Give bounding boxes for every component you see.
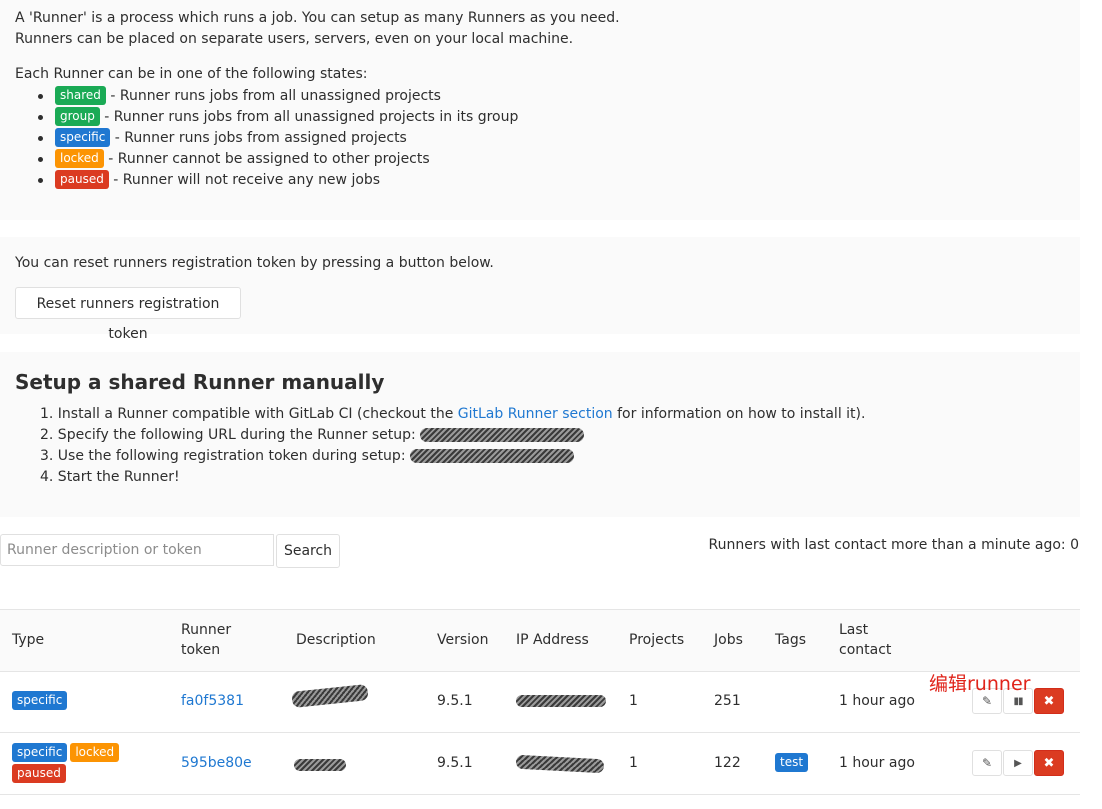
paused-badge: paused [12, 764, 66, 783]
header-projects: Projects [629, 632, 685, 648]
reset-token-text: You can reset runners registration token… [15, 255, 494, 271]
state-item-group: group - Runner runs jobs from all unassi… [37, 107, 519, 128]
redacted-ip [516, 695, 606, 707]
runners-table-header: Type Runner token Description Version IP… [0, 609, 1080, 672]
specific-badge: specific [55, 128, 111, 147]
state-description: - Runner runs jobs from all unassigned p… [99, 109, 519, 125]
intro-line-1: A 'Runner' is a process which runs a job… [15, 10, 620, 26]
runner-last-contact: 1 hour ago [839, 693, 915, 709]
reset-token-button[interactable]: Reset runners registration token [15, 287, 241, 342]
header-last-contact-line2[interactable]: contact [839, 640, 891, 660]
intro-line-2: Runners can be placed on separate users,… [15, 31, 574, 47]
header-runner-token-line1: Runner [181, 622, 232, 638]
runner-search-input[interactable] [0, 534, 274, 566]
runner-token-link[interactable]: fa0f5381 [181, 691, 244, 711]
header-jobs: Jobs [714, 632, 743, 648]
state-item-shared: shared - Runner runs jobs from all unass… [37, 86, 518, 107]
state-description: - Runner runs jobs from all unassigned p… [105, 88, 441, 104]
header-tags: Tags [775, 632, 806, 648]
setup-title: Setup a shared Runner manually [15, 370, 385, 394]
runner-jobs: 251 [714, 693, 741, 709]
specific-badge: specific [12, 743, 68, 762]
state-description: - Runner will not receive any new jobs [108, 172, 381, 188]
header-type: Type [12, 632, 45, 648]
redacted-url [420, 428, 585, 442]
redacted-description [291, 684, 369, 708]
runner-token-link[interactable]: 595be80e [181, 753, 252, 773]
step-text: 1. Install a Runner compatible with GitL… [40, 406, 458, 422]
pencil-icon: ✎ [981, 694, 993, 708]
header-version: Version [437, 632, 489, 648]
header-description: Description [296, 632, 376, 648]
runner-type: specific locked paused [12, 743, 122, 785]
setup-step-2: 2. Specify the following URL during the … [40, 425, 865, 446]
states-heading: Each Runner can be in one of the followi… [15, 66, 368, 82]
state-item-locked: locked - Runner cannot be assigned to ot… [37, 149, 518, 170]
setup-step-3: 3. Use the following registration token … [40, 446, 865, 467]
close-icon: ✖ [1043, 755, 1055, 771]
pause-icon: ▮▮ [1013, 695, 1023, 707]
reset-token-panel [0, 237, 1080, 334]
locked-badge: locked [55, 149, 104, 168]
runner-projects: 1 [629, 755, 638, 771]
runner-last-contact: 1 hour ago [839, 755, 915, 771]
tag-badge: test [775, 753, 809, 772]
edit-runner-button[interactable]: ✎ [972, 750, 1002, 776]
runner-projects: 1 [629, 693, 638, 709]
runner-info-panel: A 'Runner' is a process which runs a job… [0, 0, 1080, 220]
step-text: for information on how to install it). [612, 406, 866, 422]
header-last-contact-line1[interactable]: Last [839, 620, 868, 640]
runner-jobs: 122 [714, 755, 741, 771]
locked-badge: locked [70, 743, 120, 762]
remove-runner-button[interactable]: ✖ [1034, 688, 1064, 714]
table-row: specific fa0f5381 9.5.1 1 251 1 hour ago… [0, 671, 1080, 733]
setup-step-4: 4. Start the Runner! [40, 469, 180, 485]
search-button[interactable]: Search [276, 534, 340, 568]
remove-runner-button[interactable]: ✖ [1034, 750, 1064, 776]
header-runner-token-line2: token [181, 642, 221, 658]
group-badge: group [55, 107, 100, 126]
state-item-specific: specific - Runner runs jobs from assigne… [37, 128, 518, 149]
pencil-icon: ✎ [981, 756, 993, 770]
edit-runner-annotation: 编辑runner [929, 673, 1031, 695]
step-text: 3. Use the following registration token … [40, 448, 410, 464]
runner-version: 9.5.1 [437, 755, 473, 771]
state-item-paused: paused - Runner will not receive any new… [37, 170, 518, 191]
header-ip-address: IP Address [516, 632, 589, 648]
specific-badge: specific [12, 691, 68, 710]
redacted-ip [515, 754, 605, 774]
setup-steps: 1. Install a Runner compatible with GitL… [40, 404, 865, 488]
state-description: - Runner cannot be assigned to other pro… [103, 151, 430, 167]
states-list: shared - Runner runs jobs from all unass… [37, 86, 519, 191]
resume-runner-button[interactable]: ▶ [1003, 750, 1033, 776]
shared-badge: shared [55, 86, 106, 105]
runner-version: 9.5.1 [437, 693, 473, 709]
setup-step-1: 1. Install a Runner compatible with GitL… [40, 404, 865, 425]
step-text: 2. Specify the following URL during the … [40, 427, 421, 443]
redacted-description [294, 759, 346, 771]
runner-tags: test [775, 753, 809, 773]
play-icon: ▶ [1014, 757, 1022, 769]
table-row: specific locked paused 595be80e 9.5.1 1 12… [0, 733, 1080, 795]
state-description: - Runner runs jobs from assigned project… [110, 130, 407, 146]
gitlab-runner-link[interactable]: GitLab Runner section [458, 406, 613, 422]
redacted-token [410, 449, 574, 463]
close-icon: ✖ [1043, 693, 1055, 709]
last-contact-count: Runners with last contact more than a mi… [708, 537, 1079, 553]
runner-type: specific [12, 691, 68, 711]
paused-badge: paused [55, 170, 109, 189]
